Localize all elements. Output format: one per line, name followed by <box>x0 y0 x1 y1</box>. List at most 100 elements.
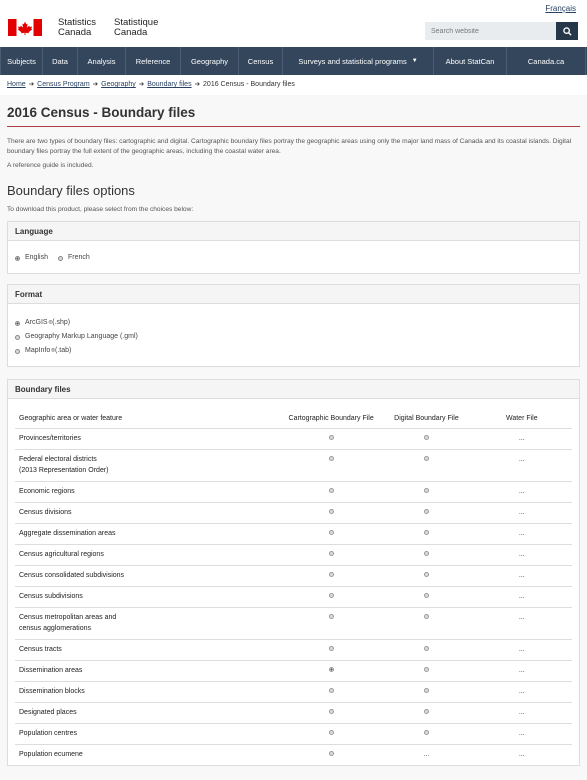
carto-radio[interactable] <box>328 509 334 514</box>
search-input[interactable] <box>425 22 556 40</box>
boundary-files-rows: Provinces/territories... Federal electora… <box>15 428 572 765</box>
carto-cell <box>280 681 382 703</box>
digital-radio[interactable] <box>423 730 429 735</box>
digital-radio[interactable] <box>423 488 429 493</box>
carto-radio[interactable] <box>328 572 334 577</box>
digital-cell: ... <box>381 744 472 765</box>
digital-radio[interactable] <box>423 688 429 693</box>
carto-radio[interactable] <box>328 530 334 535</box>
menu-census[interactable]: Census <box>239 47 283 75</box>
digital-cell <box>381 702 472 724</box>
language-label-english: English <box>25 254 48 261</box>
digital-cell <box>381 660 472 682</box>
menu-analysis[interactable]: Analysis <box>78 47 126 75</box>
arrow-right-icon: ➔ <box>138 81 145 88</box>
menu-label: Surveys and statistical programs <box>298 56 407 66</box>
digital-radio[interactable] <box>423 572 429 577</box>
menu-surveys[interactable]: Surveys and statistical programs ▼ <box>283 47 434 75</box>
digital-radio[interactable] <box>423 509 429 514</box>
digital-radio[interactable] <box>423 551 429 556</box>
language-radio-french[interactable] <box>57 255 63 261</box>
carto-radio[interactable] <box>328 709 334 714</box>
carto-cell <box>280 481 382 503</box>
menu-label: Subjects <box>7 56 36 66</box>
format-suffix: (.tab) <box>54 347 72 354</box>
water-not-available: ... <box>518 530 525 537</box>
language-radio-english[interactable] <box>15 255 20 261</box>
format-panel-heading: Format <box>8 285 579 304</box>
digital-radio[interactable] <box>423 614 429 619</box>
chevron-down-icon: ▼ <box>411 58 418 64</box>
signature-fr-line-2: Canada <box>114 27 148 38</box>
format-radio-arcgis[interactable] <box>15 320 20 326</box>
digital-radio[interactable] <box>423 646 429 651</box>
geographic-area-cell: Population centres <box>15 723 281 745</box>
format-label: Geography Markup Language (.gml) <box>25 333 138 340</box>
geographic-area-cell: Census consolidated subdivisions <box>15 565 281 587</box>
format-label: MapInfo <box>25 347 51 354</box>
table-row: Population ecumene...... <box>15 744 572 765</box>
carto-radio[interactable] <box>328 435 334 440</box>
main-content: 2016 Census - Boundary files There are t… <box>0 95 587 780</box>
language-panel: Language English French <box>7 221 580 274</box>
search-form <box>425 22 578 40</box>
digital-radio[interactable] <box>423 456 429 461</box>
water-cell: ... <box>471 544 572 566</box>
digital-cell <box>381 639 472 661</box>
menu-reference[interactable]: Reference <box>126 47 181 75</box>
breadcrumb-census-program[interactable]: Census Program <box>37 81 90 88</box>
menu-canada-ca[interactable]: Canada.ca <box>507 47 586 75</box>
water-not-available: ... <box>518 646 525 653</box>
table-row: Census metropolitan areas and census aggl… <box>15 607 572 640</box>
carto-cell <box>280 544 382 566</box>
table-row: Aggregate dissemination areas... <box>15 523 572 545</box>
water-not-available: ... <box>518 751 525 758</box>
table-row: Dissemination blocks... <box>15 681 572 703</box>
water-cell: ... <box>471 723 572 745</box>
search-button[interactable] <box>556 22 578 40</box>
options-heading: Boundary files options <box>7 183 135 198</box>
carto-radio[interactable] <box>328 646 334 651</box>
menu-subjects[interactable]: Subjects <box>0 47 43 75</box>
menu-geography[interactable]: Geography <box>181 47 239 75</box>
menu-data[interactable]: Data <box>43 47 78 75</box>
language-panel-heading: Language <box>8 222 579 241</box>
menu-label: About StatCan <box>445 56 495 66</box>
breadcrumb-boundary-files[interactable]: Boundary files <box>147 81 191 88</box>
carto-radio[interactable] <box>328 730 334 735</box>
carto-radio[interactable] <box>328 551 334 556</box>
carto-radio[interactable] <box>328 488 334 493</box>
carto-cell <box>280 702 382 724</box>
water-not-available: ... <box>518 709 525 716</box>
digital-cell <box>381 523 472 545</box>
geographic-area-cell: Census divisions <box>15 502 281 524</box>
water-cell: ... <box>471 607 572 640</box>
carto-radio[interactable] <box>328 456 334 461</box>
breadcrumb-geography[interactable]: Geography <box>101 81 136 88</box>
format-radio-mapinfo[interactable] <box>15 348 20 354</box>
breadcrumb-home[interactable]: Home <box>7 81 26 88</box>
canada-flag-icon[interactable] <box>8 19 42 36</box>
table-row: Designated places... <box>15 702 572 724</box>
carto-radio[interactable] <box>328 751 334 756</box>
format-option-arcgis[interactable]: ArcGIS ® (.shp) <box>15 316 572 330</box>
carto-radio[interactable] <box>328 667 334 672</box>
format-option-gml[interactable]: Geography Markup Language (.gml) <box>15 330 572 344</box>
digital-radio[interactable] <box>423 709 429 714</box>
water-not-available: ... <box>518 551 525 558</box>
digital-radio[interactable] <box>423 530 429 535</box>
language-toggle-link[interactable]: Français <box>545 4 576 13</box>
carto-radio[interactable] <box>328 688 334 693</box>
geographic-area-cell: Census subdivisions <box>15 586 281 608</box>
digital-radio[interactable] <box>423 435 429 440</box>
table-row: Population centres... <box>15 723 572 745</box>
water-cell: ... <box>471 586 572 608</box>
format-radio-gml[interactable] <box>15 334 20 340</box>
carto-radio[interactable] <box>328 593 334 598</box>
water-cell: ... <box>471 639 572 661</box>
digital-radio[interactable] <box>423 593 429 598</box>
carto-radio[interactable] <box>328 614 334 619</box>
digital-radio[interactable] <box>423 667 429 672</box>
format-option-mapinfo[interactable]: MapInfo ® (.tab) <box>15 344 572 358</box>
menu-about-statcan[interactable]: About StatCan <box>434 47 507 75</box>
